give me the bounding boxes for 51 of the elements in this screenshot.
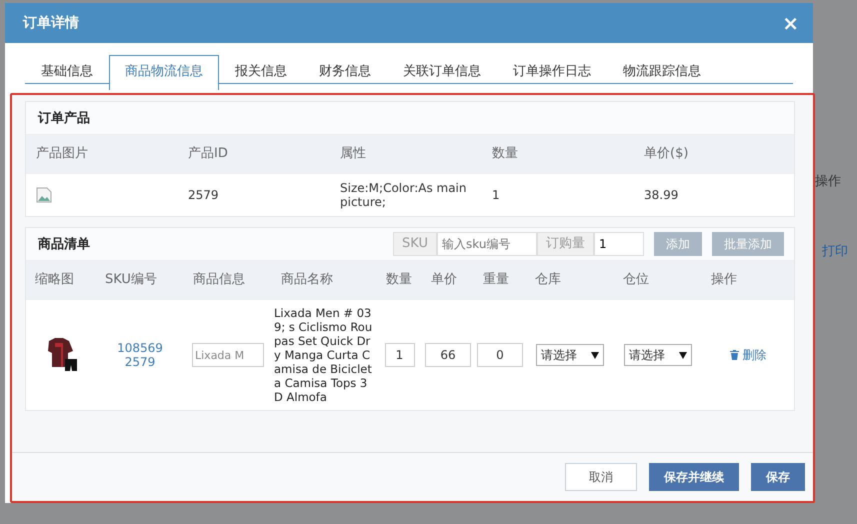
table-cell: 38.99 <box>634 173 794 216</box>
caret-icon <box>591 352 599 358</box>
quantity-label: 订购量 <box>537 232 594 256</box>
table-cell: 2579 <box>178 173 330 216</box>
column-header: 数量 <box>377 261 422 299</box>
background-text: 操作 <box>815 173 841 190</box>
tab[interactable]: 报关信息 <box>219 55 303 83</box>
table-cell: Size:M;Color:As main picture; <box>330 173 482 216</box>
column-header: 产品ID <box>178 135 330 173</box>
quantity-input-field[interactable]: 1 <box>594 232 644 256</box>
quantity-field[interactable]: 1 <box>384 343 414 367</box>
product-info-field[interactable]: Lixada M <box>192 343 264 367</box>
sku-link[interactable]: 108569 2579 <box>115 341 165 369</box>
column-header: 商品名称 <box>272 261 377 299</box>
save-button[interactable]: 保存并继续 <box>649 463 739 491</box>
column-header: 仓位 <box>614 261 702 299</box>
save-button[interactable]: 保存 <box>751 463 805 491</box>
price-field[interactable]: 66 <box>425 343 471 367</box>
tab[interactable]: 物流跟踪信息 <box>607 55 717 83</box>
close-button[interactable]: × <box>778 11 803 35</box>
tab[interactable]: 基础信息 <box>25 55 109 83</box>
window-title: 订单详情 <box>23 14 79 32</box>
column-header: 单价($) <box>634 135 794 173</box>
warehouse-select[interactable]: 请选择 <box>536 344 604 366</box>
broken-image-icon <box>36 187 52 203</box>
sku-label: SKU <box>393 232 437 256</box>
column-header: 仓库 <box>526 261 614 299</box>
location-select[interactable]: 请选择 <box>624 344 692 366</box>
sku-input-field[interactable]: 输入sku编号 <box>437 232 537 256</box>
column-header: 商品信息 <box>184 261 272 299</box>
column-header: 单价 <box>422 261 474 299</box>
table-cell: 1 <box>482 173 634 216</box>
section-title: 订单产品 <box>38 110 90 127</box>
cancel-button[interactable]: 取消 <box>565 463 637 491</box>
column-header: 数量 <box>482 135 634 173</box>
column-header: 产品图片 <box>26 135 178 173</box>
weight-field[interactable]: 0 <box>477 343 523 367</box>
tab[interactable]: 关联订单信息 <box>387 55 497 83</box>
column-header: SKU编号 <box>96 261 184 299</box>
product-name: Lixada Men # 039; s Ciclismo Roupas Set Quick Dry Manga Curta Camisa de Bicicleta Camisa Tops 3D Almofa <box>272 299 377 410</box>
caret-icon <box>679 352 687 358</box>
tab[interactable]: 订单操作日志 <box>497 55 607 83</box>
column-header: 操作 <box>702 261 794 299</box>
column-header: 属性 <box>330 135 482 173</box>
section-title: 商品清单 <box>38 236 90 253</box>
tab[interactable]: 财务信息 <box>303 55 387 83</box>
delete-link[interactable]: 删除 <box>730 346 766 364</box>
column-header: 重量 <box>474 261 526 299</box>
trash-icon <box>730 350 738 360</box>
column-header: 缩略图 <box>26 261 96 299</box>
tab[interactable]: 商品物流信息 <box>109 55 219 90</box>
